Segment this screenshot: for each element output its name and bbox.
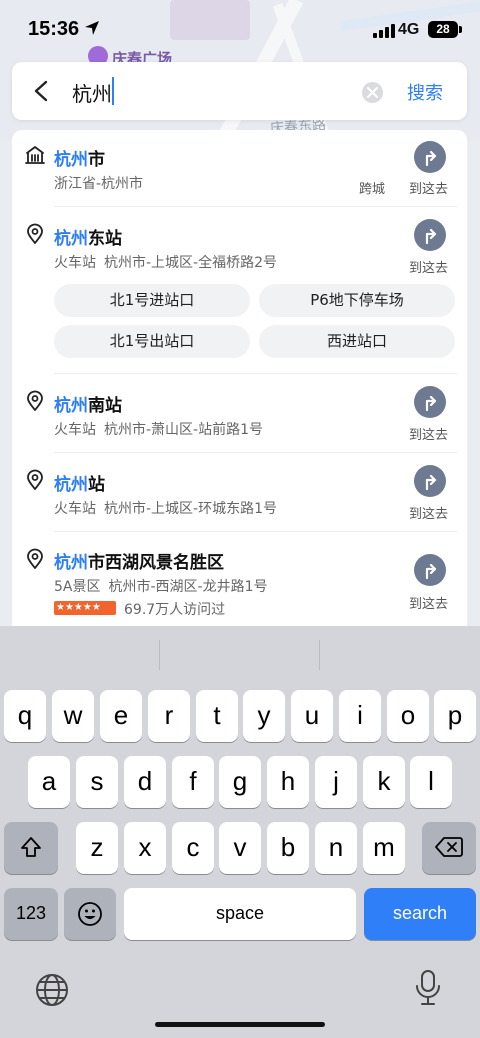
location-pin-icon bbox=[27, 548, 43, 569]
suggestion-divider bbox=[319, 640, 320, 670]
result-title: 杭州东站 bbox=[54, 229, 122, 249]
result-address: 火车站 杭州市-萧山区-站前路1号 bbox=[54, 422, 264, 438]
key-t[interactable]: t bbox=[196, 690, 238, 742]
location-pin-icon bbox=[27, 390, 43, 411]
key-f[interactable]: f bbox=[172, 756, 214, 808]
keyboard: q w e r t y u i o p a s d f g h j k l z … bbox=[0, 626, 480, 1038]
clear-search-button[interactable] bbox=[362, 82, 383, 103]
go-here-button[interactable] bbox=[414, 141, 446, 173]
result-address: 浙江省-杭州市 bbox=[54, 176, 144, 192]
key-s[interactable]: s bbox=[76, 756, 118, 808]
key-h[interactable]: h bbox=[267, 756, 309, 808]
key-p[interactable]: p bbox=[434, 690, 476, 742]
route-arrow-icon bbox=[425, 150, 437, 166]
search-results-list: 杭州市 浙江省-杭州市 跨城 到这去 杭州东站 火车站 杭州市-上城区-全福桥路2… bbox=[12, 130, 467, 626]
location-pin-icon bbox=[27, 223, 43, 244]
go-here-button[interactable] bbox=[414, 554, 446, 586]
result-item[interactable]: 杭州东站 火车站 杭州市-上城区-全福桥路2号 到这去 北1号进站口 P6地下停车… bbox=[12, 207, 467, 373]
sub-entrance-chip[interactable]: P6地下停车场 bbox=[259, 284, 455, 317]
key-m[interactable]: m bbox=[363, 822, 405, 874]
key-e[interactable]: e bbox=[100, 690, 142, 742]
key-d[interactable]: d bbox=[124, 756, 166, 808]
key-b[interactable]: b bbox=[267, 822, 309, 874]
result-address: 火车站 杭州市-上城区-全福桥路2号 bbox=[54, 255, 278, 271]
backspace-key[interactable] bbox=[422, 822, 476, 874]
key-a[interactable]: a bbox=[28, 756, 70, 808]
status-bar: 15:36 4G 28 bbox=[0, 0, 480, 60]
text-cursor bbox=[112, 77, 114, 105]
go-here-button[interactable] bbox=[414, 219, 446, 251]
key-g[interactable]: g bbox=[219, 756, 261, 808]
sub-entrance-chip[interactable]: 西进站口 bbox=[259, 325, 455, 358]
key-i[interactable]: i bbox=[339, 690, 381, 742]
sub-entrance-chip[interactable]: 北1号进站口 bbox=[54, 284, 250, 317]
result-title: 杭州市 bbox=[54, 150, 105, 170]
network-type: 4G bbox=[398, 21, 420, 38]
emoji-key[interactable] bbox=[64, 888, 116, 940]
space-key[interactable]: space bbox=[124, 888, 356, 940]
microphone-icon[interactable] bbox=[415, 968, 441, 1008]
go-here-label[interactable]: 到这去 bbox=[409, 503, 448, 522]
go-here-label[interactable]: 到这去 bbox=[409, 593, 448, 612]
route-arrow-icon bbox=[425, 563, 437, 579]
key-x[interactable]: x bbox=[124, 822, 166, 874]
backspace-icon bbox=[435, 837, 463, 857]
result-address: 5A景区 杭州市-西湖区-龙井路1号 bbox=[54, 579, 268, 595]
close-icon bbox=[367, 87, 378, 98]
result-title: 杭州站 bbox=[54, 475, 105, 495]
sub-entrance-chip[interactable]: 北1号出站口 bbox=[54, 325, 250, 358]
result-title: 杭州市西湖风景名胜区 bbox=[54, 553, 224, 573]
search-key[interactable]: search bbox=[364, 888, 476, 940]
result-item[interactable]: 杭州市西湖风景名胜区 5A景区 杭州市-西湖区-龙井路1号 ★★★★★ 69.7万… bbox=[12, 532, 467, 626]
key-c[interactable]: c bbox=[172, 822, 214, 874]
battery-icon: 28 bbox=[428, 21, 462, 38]
shift-key[interactable] bbox=[4, 822, 58, 874]
location-arrow-icon bbox=[85, 21, 99, 35]
result-title: 杭州南站 bbox=[54, 396, 122, 416]
status-time: 15:36 bbox=[28, 18, 80, 40]
key-l[interactable]: l bbox=[410, 756, 452, 808]
key-o[interactable]: o bbox=[387, 690, 429, 742]
result-address: 火车站 杭州市-上城区-环城东路1号 bbox=[54, 501, 278, 517]
result-item[interactable]: 杭州南站 火车站 杭州市-萧山区-站前路1号 到这去 bbox=[12, 374, 467, 452]
search-button[interactable]: 搜索 bbox=[407, 79, 443, 105]
key-z[interactable]: z bbox=[76, 822, 118, 874]
key-u[interactable]: u bbox=[291, 690, 333, 742]
visit-count: 69.7万人访问过 bbox=[124, 602, 226, 618]
go-here-button[interactable] bbox=[414, 386, 446, 418]
result-item[interactable]: 杭州市 浙江省-杭州市 跨城 到这去 bbox=[12, 130, 467, 206]
rating-stars: ★★★★★ bbox=[54, 601, 116, 615]
key-w[interactable]: w bbox=[52, 690, 94, 742]
numbers-key[interactable]: 123 bbox=[4, 888, 58, 940]
route-arrow-icon bbox=[425, 228, 437, 244]
go-here-label[interactable]: 到这去 bbox=[409, 257, 448, 276]
suggestion-divider bbox=[159, 640, 160, 670]
key-n[interactable]: n bbox=[315, 822, 357, 874]
key-j[interactable]: j bbox=[315, 756, 357, 808]
shift-icon bbox=[21, 837, 41, 857]
city-icon bbox=[25, 146, 45, 164]
route-arrow-icon bbox=[425, 474, 437, 490]
keyboard-suggestion-bar bbox=[0, 626, 480, 684]
emoji-icon bbox=[78, 902, 102, 926]
result-item[interactable]: 杭州站 火车站 杭州市-上城区-环城东路1号 到这去 bbox=[12, 453, 467, 531]
go-here-label[interactable]: 到这去 bbox=[409, 424, 448, 443]
go-here-button[interactable] bbox=[414, 465, 446, 497]
back-arrow-icon[interactable] bbox=[32, 80, 52, 102]
key-r[interactable]: r bbox=[148, 690, 190, 742]
go-here-label[interactable]: 到这去 bbox=[409, 178, 448, 197]
globe-icon[interactable] bbox=[34, 972, 70, 1008]
cross-city-tag: 跨城 bbox=[359, 182, 386, 197]
search-input[interactable]: 杭州 bbox=[72, 78, 112, 107]
home-indicator[interactable] bbox=[155, 1022, 325, 1027]
key-v[interactable]: v bbox=[219, 822, 261, 874]
search-bar: 杭州 搜索 bbox=[12, 62, 467, 120]
key-q[interactable]: q bbox=[4, 690, 46, 742]
key-k[interactable]: k bbox=[363, 756, 405, 808]
location-pin-icon bbox=[27, 469, 43, 490]
cellular-signal-icon bbox=[373, 24, 395, 38]
route-arrow-icon bbox=[425, 395, 437, 411]
key-y[interactable]: y bbox=[243, 690, 285, 742]
